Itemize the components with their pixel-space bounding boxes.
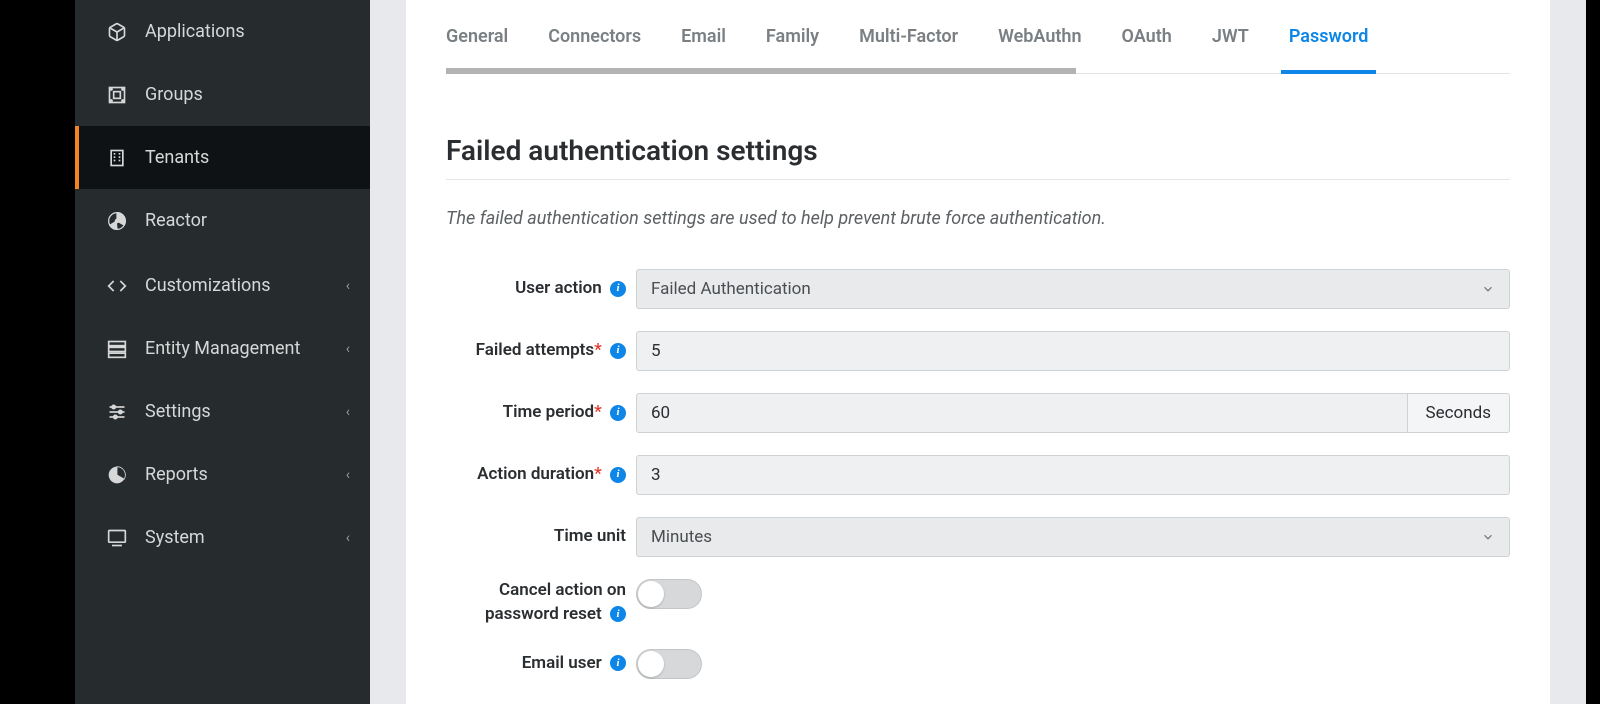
email-user-toggle[interactable] [636, 649, 702, 679]
tab-bar: General Connectors Email Family Multi-Fa… [446, 0, 1510, 74]
info-icon[interactable]: i [610, 281, 626, 297]
section-description: The failed authentication settings are u… [446, 208, 1510, 229]
tab-connectors[interactable]: Connectors [548, 0, 641, 73]
sidebar-item-tenants[interactable]: Tenants [75, 126, 370, 189]
radiation-icon [105, 209, 129, 233]
sidebar-item-label: Applications [145, 21, 350, 42]
sidebar-item-label: Customizations [145, 275, 346, 296]
sidebar-item-customizations[interactable]: Customizations ‹ [75, 254, 370, 317]
sidebar-item-settings[interactable]: Settings ‹ [75, 380, 370, 443]
code-icon [105, 274, 129, 298]
sidebar-item-entity-management[interactable]: Entity Management ‹ [75, 317, 370, 380]
sidebar-item-label: System [145, 527, 346, 548]
sliders-icon [105, 400, 129, 424]
email-user-label: Email user i [446, 652, 636, 676]
chevron-left-icon: ‹ [346, 404, 350, 420]
cancel-on-reset-label: Cancel action on password reset i [446, 579, 636, 627]
user-action-select[interactable]: Failed Authentication [636, 269, 1510, 309]
cube-icon [105, 20, 129, 44]
chevron-down-icon [1481, 530, 1495, 544]
chevron-left-icon: ‹ [346, 530, 350, 546]
time-unit-label: Time unit [446, 525, 636, 549]
failed-attempts-input[interactable]: 5 [636, 331, 1510, 371]
sidebar-item-label: Reactor [145, 210, 350, 231]
info-icon[interactable]: i [610, 655, 626, 671]
time-period-label: Time period* i [446, 401, 636, 425]
building-icon [105, 146, 129, 170]
time-period-unit: Seconds [1408, 393, 1510, 433]
sidebar-item-reactor[interactable]: Reactor [75, 189, 370, 252]
info-icon[interactable]: i [610, 405, 626, 421]
tab-jwt[interactable]: JWT [1212, 0, 1249, 73]
action-duration-label: Action duration* i [446, 463, 636, 487]
groups-icon [105, 83, 129, 107]
sidebar-item-applications[interactable]: Applications [75, 0, 370, 63]
sidebar-item-label: Reports [145, 464, 346, 485]
sidebar: Applications Groups Tenants Reactor Cust… [75, 0, 370, 704]
monitor-icon [105, 526, 129, 550]
sidebar-item-label: Tenants [145, 147, 350, 168]
sidebar-item-label: Entity Management [145, 338, 346, 359]
tab-multi-factor[interactable]: Multi-Factor [859, 0, 958, 73]
chevron-left-icon: ‹ [346, 278, 350, 294]
sidebar-item-groups[interactable]: Groups [75, 63, 370, 126]
sidebar-item-label: Settings [145, 401, 346, 422]
sidebar-item-system[interactable]: System ‹ [75, 506, 370, 569]
tab-email[interactable]: Email [681, 0, 726, 73]
cancel-on-reset-toggle[interactable] [636, 579, 702, 609]
tab-general[interactable]: General [446, 0, 508, 73]
tab-webauthn[interactable]: WebAuthn [998, 0, 1081, 73]
time-unit-select[interactable]: Minutes [636, 517, 1510, 557]
chevron-down-icon [1481, 282, 1495, 296]
user-action-label: User action i [446, 277, 636, 301]
chevron-left-icon: ‹ [346, 467, 350, 483]
time-period-input[interactable]: 60 [636, 393, 1408, 433]
sidebar-item-label: Groups [145, 84, 350, 105]
action-duration-input[interactable]: 3 [636, 455, 1510, 495]
info-icon[interactable]: i [610, 467, 626, 483]
section-title: Failed authentication settings [446, 134, 1510, 180]
chevron-left-icon: ‹ [346, 341, 350, 357]
tab-family[interactable]: Family [766, 0, 819, 73]
tab-password[interactable]: Password [1289, 0, 1369, 73]
failed-attempts-label: Failed attempts* i [446, 339, 636, 363]
info-icon[interactable]: i [610, 606, 626, 622]
sidebar-item-reports[interactable]: Reports ‹ [75, 443, 370, 506]
settings-panel: General Connectors Email Family Multi-Fa… [406, 0, 1550, 704]
info-icon[interactable]: i [610, 343, 626, 359]
tab-oauth[interactable]: OAuth [1122, 0, 1172, 73]
piechart-icon [105, 463, 129, 487]
server-icon [105, 337, 129, 361]
